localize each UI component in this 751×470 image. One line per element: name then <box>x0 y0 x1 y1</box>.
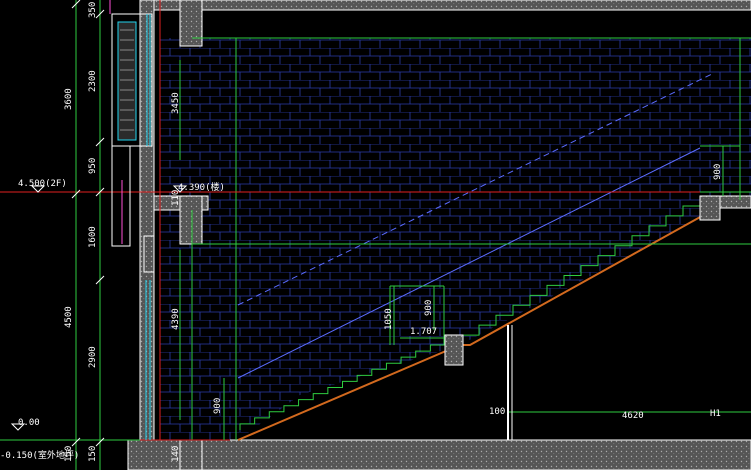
dim-3450: 3450 <box>171 92 181 114</box>
dimension-ticks <box>71 0 105 447</box>
ground-slab <box>127 439 751 470</box>
dim-900-right: 900 <box>713 164 723 180</box>
level-ground-label: 0.00 <box>18 418 40 428</box>
dim-1050: 1050 <box>384 308 394 330</box>
dim-3600: 3600 <box>64 88 74 110</box>
dim-4620: 4620 <box>622 411 644 421</box>
level-bottom-label: -0.150(室外地坪) <box>0 449 79 461</box>
level-2f-label: 4.500(2F) <box>18 179 67 189</box>
dim-100: 100 <box>489 407 505 417</box>
top-beam <box>179 0 203 47</box>
ground-beam <box>179 439 203 470</box>
dim-900-mid: 900 <box>424 300 434 316</box>
level-stair-label: 4.390(楼) <box>178 181 225 193</box>
dim-2900: 2900 <box>88 346 98 368</box>
cad-section-drawing: 350 2300 3600 950 1600 4500 2900 3450 43… <box>0 0 751 470</box>
dim-350: 350 <box>88 2 98 18</box>
dim-900-left: 900 <box>213 398 223 414</box>
dim-140: 140 <box>171 446 181 462</box>
dim-1707: 1.707 <box>410 327 437 337</box>
dim-h1: H1 <box>710 409 721 419</box>
floor-beam-2f <box>179 195 203 245</box>
dim-2300: 2300 <box>88 70 98 92</box>
dim-950: 950 <box>88 158 98 174</box>
dim-150-b: 150 <box>88 446 98 462</box>
dim-4500: 4500 <box>64 306 74 328</box>
top-slab <box>139 0 751 11</box>
mid-landing-beam <box>444 334 464 366</box>
right-void-upper <box>720 206 751 440</box>
top-landing-beam <box>699 195 721 221</box>
dim-1600: 1600 <box>88 226 98 248</box>
dim-4390: 4390 <box>171 308 181 330</box>
